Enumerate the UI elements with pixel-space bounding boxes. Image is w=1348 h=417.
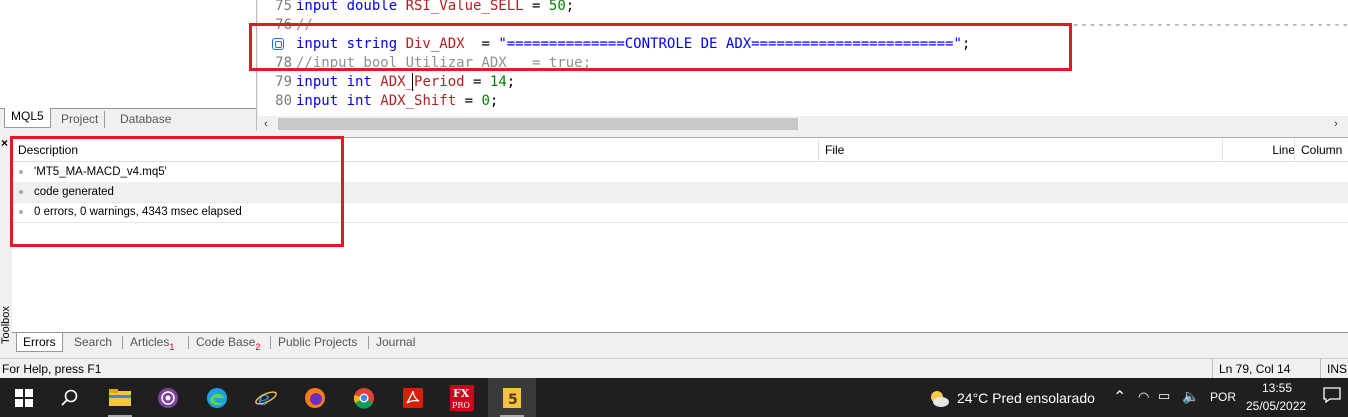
acrobat-icon[interactable] [389, 378, 437, 417]
line-number: 80 [275, 93, 292, 109]
chrome-icon[interactable] [340, 378, 388, 417]
metaeditor-icon[interactable]: 5 [488, 378, 536, 417]
status-help: For Help, press F1 [2, 362, 102, 376]
volume-icon[interactable]: 🔈 [1182, 388, 1199, 405]
navigator-tabs: MQL5 Project Database [0, 108, 256, 131]
weather-text[interactable]: 24°C Pred ensolarado [957, 390, 1095, 406]
bullet-icon [19, 190, 23, 194]
breakpoint-marker-icon[interactable] [272, 38, 284, 50]
close-icon[interactable]: × [1, 136, 8, 150]
horizontal-scrollbar[interactable]: ‹ › [258, 116, 1348, 132]
weather-icon[interactable] [928, 388, 950, 411]
line-number: 78 [275, 55, 292, 71]
clock-time[interactable]: 13:55 [1262, 381, 1292, 395]
tab-errors[interactable]: Errors [16, 333, 63, 352]
tab-public-projects[interactable]: Public Projects [272, 333, 363, 351]
column-column[interactable]: Column [1294, 139, 1348, 161]
chevron-up-icon[interactable]: ⌃ [1113, 387, 1126, 407]
code-editor[interactable]: 75 input double RSI_Value_SELL = 50; 76//-… [258, 0, 1348, 116]
svg-text:PRO: PRO [452, 401, 470, 410]
status-mode: INS [1320, 359, 1347, 379]
tab-articles[interactable]: Articles1 [124, 333, 180, 352]
edge-icon[interactable] [193, 378, 241, 417]
bullet-icon [19, 210, 23, 214]
tor-browser-icon[interactable] [144, 378, 192, 417]
code-text: input int ADX_Shift = 0; [296, 93, 499, 109]
notification-icon[interactable] [1323, 386, 1341, 407]
internet-explorer-icon[interactable]: e [242, 378, 290, 417]
code-text: input int ADX_Period = 14; [296, 74, 516, 90]
tab-search[interactable]: Search [68, 333, 118, 351]
firefox-icon[interactable] [291, 378, 339, 417]
status-position: Ln 79, Col 14 [1212, 359, 1319, 379]
code-text: input string Div_ADX = "==============CO… [296, 36, 971, 52]
list-item[interactable]: 'MT5_MA-MACD_v4.mq5' [12, 162, 1348, 183]
scroll-right-icon[interactable]: › [1328, 116, 1344, 132]
battery-icon[interactable]: ▭ [1158, 388, 1170, 404]
column-line[interactable]: Line [1222, 139, 1305, 161]
errors-panel: Description File Line Column 'MT5_MA-MAC… [12, 137, 1348, 333]
list-item[interactable]: 0 errors, 0 warnings, 4343 msec elapsed [12, 202, 1348, 223]
search-icon[interactable] [46, 378, 94, 417]
tab-project[interactable]: Project [55, 111, 106, 128]
code-text: //input bool Utilizar_ADX = true; [296, 55, 592, 71]
line-number: 76 [275, 17, 292, 33]
start-icon[interactable] [0, 378, 48, 417]
clock-date[interactable]: 25/05/2022 [1246, 399, 1306, 413]
svg-text:e: e [258, 387, 270, 409]
network-icon[interactable]: ◠ [1138, 389, 1149, 405]
code-text: input double RSI_Value_SELL = 50; [296, 0, 575, 14]
tab-code-base[interactable]: Code Base2 [190, 333, 266, 352]
tab-database[interactable]: Database [114, 111, 177, 128]
code-text: //--------------------------------------… [296, 17, 1348, 33]
svg-text:5: 5 [508, 392, 518, 408]
file-explorer-icon[interactable] [96, 378, 144, 417]
status-bar: For Help, press F1 Ln 79, Col 14 INS [0, 358, 1348, 379]
errors-header: Description File Line Column [12, 139, 1348, 162]
column-description[interactable]: Description [12, 139, 818, 161]
toolbox-label: Toolbox [0, 306, 12, 344]
list-item[interactable]: code generated [12, 182, 1348, 203]
text-cursor [412, 73, 413, 91]
scrollbar-thumb[interactable] [278, 118, 798, 130]
scroll-left-icon[interactable]: ‹ [258, 116, 274, 132]
tab-mql5[interactable]: MQL5 [4, 108, 51, 128]
tab-journal[interactable]: Journal [370, 333, 421, 351]
bullet-icon [19, 170, 23, 174]
line-number: 79 [275, 74, 292, 90]
column-file[interactable]: File [818, 139, 1223, 161]
toolbox-tabs: Errors Search Articles1 Code Base2 Publi… [12, 332, 1348, 355]
language-indicator[interactable]: POR [1210, 390, 1236, 404]
taskbar: e FX PRO 5 24°C Pred ensolarado ⌃ ◠ ▭ 🔈 P… [0, 378, 1348, 417]
svg-text:FX: FX [453, 387, 470, 400]
line-number: 75 [275, 0, 292, 14]
fxpro-icon[interactable]: FX PRO [438, 378, 486, 417]
